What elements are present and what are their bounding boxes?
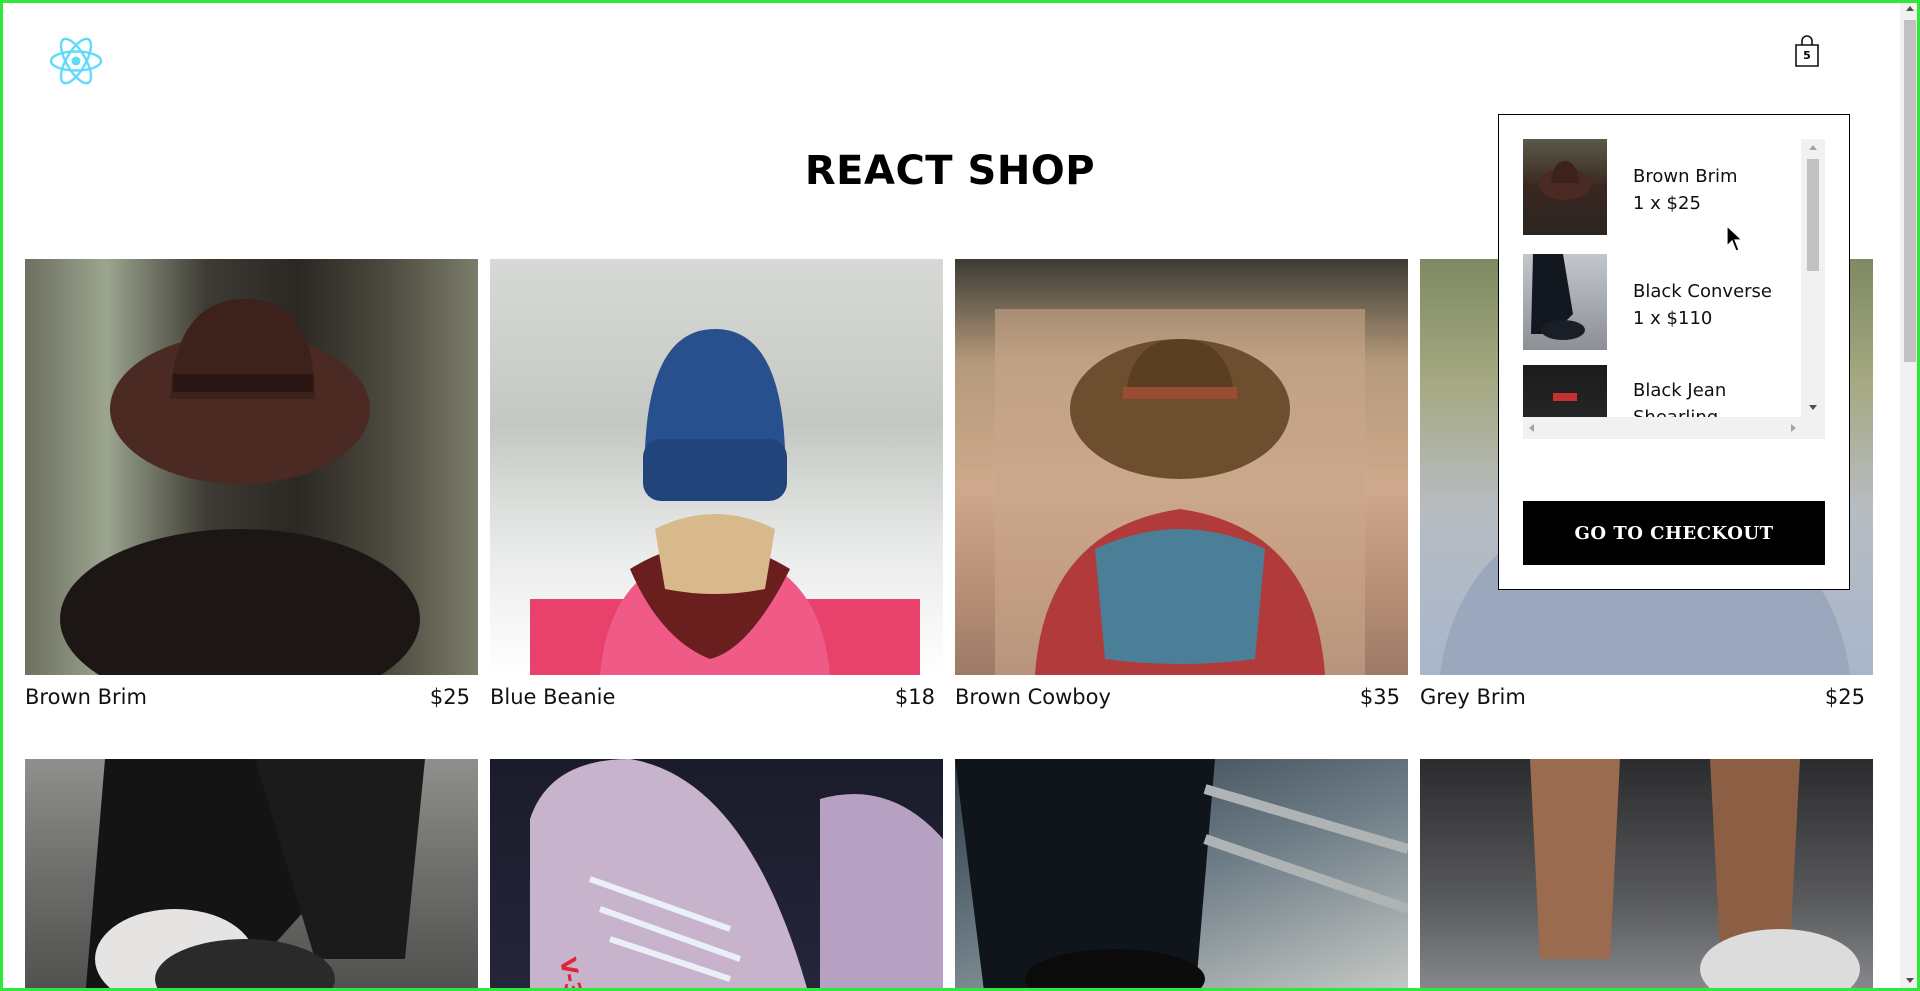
page-scroll-up-icon[interactable]	[1906, 6, 1914, 11]
scroll-left-arrow-icon[interactable]	[1529, 424, 1534, 432]
checkout-button[interactable]: GO TO CHECKOUT	[1523, 501, 1825, 565]
cart-item: Black Converse 1 x $110	[1523, 254, 1803, 350]
cart-item-image	[1523, 139, 1607, 235]
product-footer: Grey Brim $25	[1420, 685, 1873, 709]
cart-horizontal-scrollbar[interactable]	[1523, 417, 1825, 439]
cart-item-name: Black Converse	[1633, 281, 1772, 302]
cart-scrollbar-thumb[interactable]	[1807, 159, 1819, 271]
product-card[interactable]: Brown Brim $25	[25, 259, 478, 713]
product-price: $25	[429, 685, 470, 709]
header: 5	[0, 0, 1900, 120]
cart-item: Brown Brim 1 x $25	[1523, 139, 1803, 235]
cart-item-info: Brown Brim 1 x $25	[1633, 139, 1738, 235]
product-card[interactable]: V-320	[490, 759, 943, 991]
mouse-pointer-icon	[1726, 224, 1746, 257]
product-price: $25	[1824, 685, 1865, 709]
cart-item-info: Black Converse 1 x $110	[1633, 254, 1772, 350]
product-image[interactable]	[955, 759, 1408, 991]
product-card[interactable]: Brown Cowboy $35	[955, 259, 1408, 713]
product-price: $18	[894, 685, 935, 709]
shopping-bag-icon[interactable]: 5	[1792, 34, 1822, 68]
product-footer: Blue Beanie $18	[490, 685, 943, 709]
product-card[interactable]	[25, 759, 478, 991]
cart-item-image	[1523, 254, 1607, 350]
scroll-up-arrow-icon[interactable]	[1809, 145, 1817, 150]
product-image[interactable]	[1420, 759, 1873, 991]
product-name: Grey Brim	[1420, 685, 1526, 709]
cart-item-qty-price: 1 x $25	[1633, 193, 1701, 214]
product-card[interactable]	[1420, 759, 1873, 991]
page-scrollbar-thumb[interactable]	[1904, 20, 1916, 362]
cart-vertical-scrollbar[interactable]	[1801, 139, 1825, 417]
product-footer: Brown Brim $25	[25, 685, 478, 709]
cart-count-badge: 5	[1803, 49, 1811, 62]
product-image[interactable]	[25, 259, 478, 675]
page-scrollbar[interactable]	[1900, 0, 1920, 991]
product-image[interactable]	[490, 259, 943, 675]
scroll-right-arrow-icon[interactable]	[1791, 424, 1796, 432]
product-name: Brown Brim	[25, 685, 147, 709]
scroll-down-arrow-icon[interactable]	[1809, 405, 1817, 410]
cart-items-list[interactable]: Brown Brim 1 x $25 Black Converse 1 x $1…	[1523, 139, 1825, 439]
cart-item-qty-price: 1 x $110	[1633, 308, 1713, 329]
product-image[interactable]	[955, 259, 1408, 675]
product-name: Brown Cowboy	[955, 685, 1111, 709]
product-footer: Brown Cowboy $35	[955, 685, 1408, 709]
product-image[interactable]: V-320	[490, 759, 943, 991]
product-card[interactable]	[955, 759, 1408, 991]
product-price: $35	[1359, 685, 1400, 709]
react-logo-icon[interactable]	[48, 36, 104, 86]
product-image[interactable]	[25, 759, 478, 991]
page-scroll-down-icon[interactable]	[1906, 978, 1914, 983]
cart-dropdown: Brown Brim 1 x $25 Black Converse 1 x $1…	[1498, 114, 1850, 590]
cart-item-name: Brown Brim	[1633, 166, 1738, 187]
product-card[interactable]: Blue Beanie $18	[490, 259, 943, 713]
product-name: Blue Beanie	[490, 685, 616, 709]
